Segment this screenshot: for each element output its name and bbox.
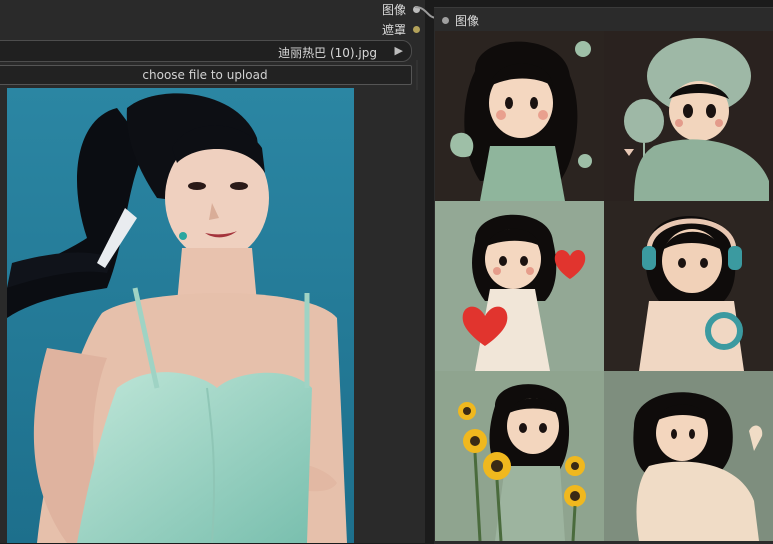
preview-node-title: 图像	[455, 14, 480, 28]
output-mask-label: 遮罩	[381, 22, 406, 37]
cartoon-girl-headphones	[604, 201, 773, 371]
cartoon-girl-sunflowers	[435, 371, 604, 541]
preview-image-node: 图像	[434, 7, 773, 544]
cartoon-girl-hat-bubble	[604, 31, 773, 201]
generated-image-4[interactable]	[604, 201, 773, 371]
generated-image-5[interactable]	[435, 371, 604, 541]
load-image-node: 图像 遮罩 迪丽热巴 (10).jpg ▶ choose file to upl…	[0, 0, 425, 543]
generated-image-2[interactable]	[604, 31, 773, 201]
generated-image-3[interactable]	[435, 201, 604, 371]
image-file-value: 迪丽热巴 (10).jpg	[278, 46, 377, 60]
upload-button[interactable]: choose file to upload	[0, 65, 412, 85]
preview-node-header: 图像	[442, 12, 479, 29]
cartoon-girl-bob-hair	[604, 371, 773, 541]
generated-image-6[interactable]	[604, 371, 773, 541]
generated-image-1[interactable]	[435, 31, 604, 201]
combo-next-arrow-icon[interactable]: ▶	[395, 44, 403, 57]
cartoon-girl-wavy-hair	[435, 31, 604, 201]
image-preview	[7, 88, 354, 543]
image-grid	[435, 31, 773, 541]
output-image-label: 图像	[381, 2, 406, 17]
portrait-photo	[7, 88, 354, 543]
input-image-socket[interactable]	[442, 17, 449, 24]
image-file-select[interactable]: 迪丽热巴 (10).jpg ▶	[0, 40, 412, 62]
cartoon-girl-hearts	[435, 201, 604, 371]
